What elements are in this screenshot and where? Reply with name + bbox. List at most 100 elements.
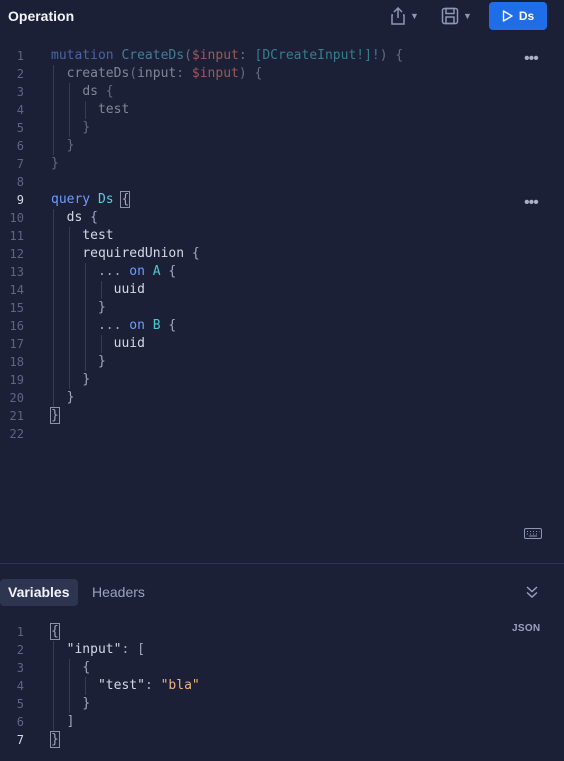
code-text: uuid (113, 336, 145, 351)
code-text: } (97, 300, 106, 315)
share-icon (391, 7, 405, 25)
code-text: test (82, 228, 114, 243)
code-line: 6 } (0, 137, 564, 155)
line-number: 14 (9, 283, 24, 297)
code-line: 20 } (0, 389, 564, 407)
line-number: 4 (16, 103, 24, 117)
operation-title: Operation (8, 8, 75, 24)
code-line: 14 uuid (0, 281, 564, 299)
code-text: } (50, 731, 60, 748)
line-number: 1 (16, 49, 24, 63)
line-number: 7 (16, 733, 24, 747)
tab-variables[interactable]: Variables (0, 579, 78, 606)
code-text: ... on A { (97, 264, 177, 279)
code-text: test (97, 102, 130, 117)
line-number: 2 (16, 67, 24, 81)
code-line: 10 ds { (0, 209, 564, 227)
line-number: 2 (16, 643, 24, 657)
share-button[interactable]: ▼ (390, 6, 419, 26)
code-text: createDs(input: $input) { (66, 66, 263, 81)
code-line: 4 test (0, 101, 564, 119)
code-line: 7 } (0, 155, 564, 173)
line-number: 22 (9, 427, 24, 441)
line-number: 11 (9, 229, 24, 243)
code-line: 7 } (0, 731, 564, 749)
more-dots-icon[interactable]: ••• (524, 51, 539, 67)
code-line: 11 test (0, 227, 564, 245)
code-text: { (82, 660, 91, 675)
keyboard-shortcuts-button[interactable] (524, 526, 542, 544)
code-line: 19 } (0, 371, 564, 389)
code-text: ] (66, 714, 75, 729)
code-line: 1 mutation CreateDs($input: [DCreateInpu… (0, 47, 564, 65)
tab-headers[interactable]: Headers (84, 579, 153, 606)
line-number: 8 (16, 175, 24, 189)
line-number: 16 (9, 319, 24, 333)
code-text: } (97, 354, 106, 369)
run-button-label: Ds (518, 9, 535, 23)
code-line: 2 "input": [ (0, 641, 564, 659)
code-line: 2 createDs(input: $input) { (0, 65, 564, 83)
code-text: ds { (82, 84, 114, 99)
code-line: 5 } (0, 695, 564, 713)
collapse-panel-button[interactable] (525, 585, 539, 604)
line-number: 15 (9, 301, 24, 315)
code-text: } (82, 120, 91, 135)
code-line: 15 } (0, 299, 564, 317)
code-text: } (51, 156, 59, 171)
chevron-down-icon: ▼ (410, 11, 419, 21)
code-text: } (82, 696, 91, 711)
line-number: 3 (16, 661, 24, 675)
code-line: 6 ] (0, 713, 564, 731)
line-number: 3 (16, 85, 24, 99)
line-number: 5 (16, 697, 24, 711)
line-number: 18 (9, 355, 24, 369)
line-number: 17 (9, 337, 24, 351)
code-line: 4 "test": "bla" (0, 677, 564, 695)
play-icon (502, 10, 513, 22)
code-text: ds { (66, 210, 98, 225)
line-number: 6 (16, 139, 24, 153)
more-dots-icon[interactable]: ••• (524, 195, 539, 211)
save-icon (441, 7, 459, 25)
chevrons-down-icon (526, 586, 538, 598)
code-text: } (66, 390, 75, 405)
operation-header: Operation ▼ ▼ Ds (0, 0, 564, 34)
code-line: 12 requiredUnion { (0, 245, 564, 263)
line-number: 5 (16, 121, 24, 135)
code-text: requiredUnion { (82, 246, 200, 261)
panel-divider[interactable] (0, 563, 564, 564)
line-number: 20 (9, 391, 24, 405)
line-number: 6 (16, 715, 24, 729)
line-number: 12 (9, 247, 24, 261)
code-line: 21 } (0, 407, 564, 425)
code-line: 18 } (0, 353, 564, 371)
line-number: 7 (16, 157, 24, 171)
code-text: ... on B { (97, 318, 177, 333)
save-button[interactable]: ▼ (441, 6, 472, 26)
code-text: } (66, 138, 75, 153)
run-operation-button[interactable]: Ds (489, 2, 547, 30)
chevron-down-icon: ▼ (463, 11, 472, 21)
code-text: { (50, 623, 60, 640)
code-line: 3 { (0, 659, 564, 677)
code-line: 5 } (0, 119, 564, 137)
code-line: 13 ... on A { (0, 263, 564, 281)
line-number: 13 (9, 265, 24, 279)
code-text: } (82, 372, 91, 387)
line-number: 21 (9, 409, 24, 423)
code-text: "test": "bla" (97, 678, 200, 693)
code-line: 1 { (0, 623, 564, 641)
line-number: 9 (16, 193, 24, 207)
keyboard-icon (524, 528, 542, 539)
code-line: 17 uuid (0, 335, 564, 353)
code-text: "input": [ (66, 642, 145, 657)
code-line: 16 ... on B { (0, 317, 564, 335)
code-text: uuid (113, 282, 145, 297)
line-number: 10 (9, 211, 24, 225)
code-text: mutation CreateDs($input: [DCreateInput!… (51, 48, 404, 63)
line-number: 19 (9, 373, 24, 387)
code-line: 8 (0, 173, 564, 191)
line-number: 4 (16, 679, 24, 693)
code-text: } (50, 407, 60, 424)
